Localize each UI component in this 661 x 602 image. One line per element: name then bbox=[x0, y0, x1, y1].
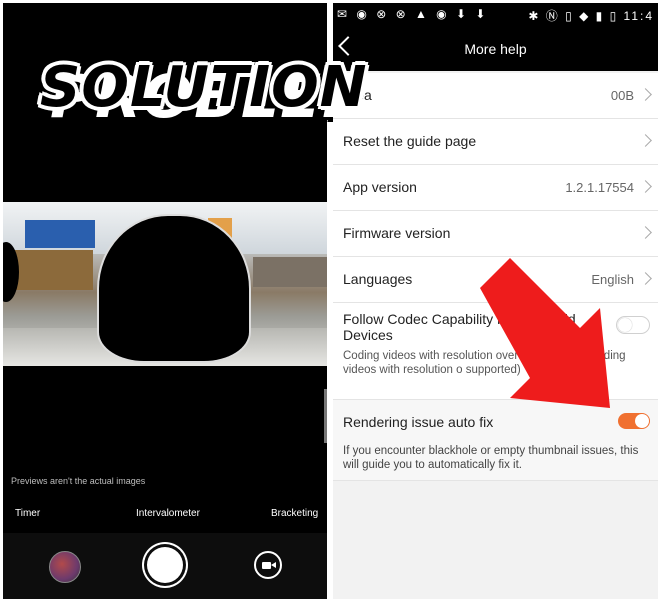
row-value: 00B bbox=[610, 88, 634, 103]
gallery-thumbnail[interactable] bbox=[49, 551, 81, 583]
chevron-right-icon bbox=[639, 226, 652, 239]
row-description: If you encounter blackhole or empty thum… bbox=[343, 445, 639, 471]
mode-timer[interactable]: Timer bbox=[15, 508, 40, 519]
row-label: Reset the guide page bbox=[343, 133, 477, 149]
scroll-indicator bbox=[324, 389, 327, 443]
row-label: Firmware version bbox=[343, 225, 451, 241]
panorama-preview bbox=[3, 202, 327, 366]
notification-icons: ✉ ◉ ⊗ ⊗ ▲ ◉ ⬇ ⬇ bbox=[337, 7, 489, 21]
mode-intervalometer[interactable]: Intervalometer bbox=[136, 508, 200, 519]
video-camera-icon bbox=[262, 562, 271, 569]
solution-title: SOLUTION bbox=[40, 55, 368, 120]
row-firmware-version[interactable]: Firmware version bbox=[333, 211, 658, 257]
video-mode-button[interactable] bbox=[254, 551, 282, 579]
row-label: App version bbox=[343, 179, 417, 195]
row-clear-cache[interactable]: Clea 00B bbox=[333, 73, 658, 119]
status-bar: ✉ ◉ ⊗ ⊗ ▲ ◉ ⬇ ⬇ ✱ Ⓝ ▯ ◆ ▮ ▯ 11:4 bbox=[333, 3, 658, 27]
solution-title-text: SOLUTION bbox=[40, 55, 368, 120]
shutter-button[interactable] bbox=[147, 547, 183, 583]
video-camera-lens-icon bbox=[271, 562, 276, 568]
shooting-mode-row: Timer Intervalometer Bracketing bbox=[3, 508, 327, 528]
red-arrow-annotation bbox=[480, 258, 610, 408]
blackhole-artifact bbox=[99, 216, 249, 361]
chevron-right-icon bbox=[639, 180, 652, 193]
preview-note: Previews aren't the actual images bbox=[11, 476, 146, 486]
pano-shelf bbox=[253, 257, 327, 287]
row-label: Languages bbox=[343, 271, 413, 287]
row-value: 1.2.1.17554 bbox=[565, 180, 634, 195]
capture-controls bbox=[3, 533, 327, 599]
chevron-right-icon bbox=[639, 88, 652, 101]
pano-poster bbox=[25, 220, 95, 248]
system-icons: ✱ Ⓝ ▯ ◆ ▮ ▯ 11:4 bbox=[528, 9, 654, 23]
mode-bracketing[interactable]: Bracketing bbox=[271, 508, 318, 519]
page-title: More help bbox=[464, 41, 527, 57]
nav-bar: More help bbox=[333, 27, 658, 71]
row-app-version[interactable]: App version 1.2.1.17554 bbox=[333, 165, 658, 211]
chevron-right-icon bbox=[639, 134, 652, 147]
arrow-shape bbox=[480, 258, 610, 408]
row-reset-guide[interactable]: Reset the guide page bbox=[333, 119, 658, 165]
status-time: 11:4 bbox=[623, 9, 654, 23]
